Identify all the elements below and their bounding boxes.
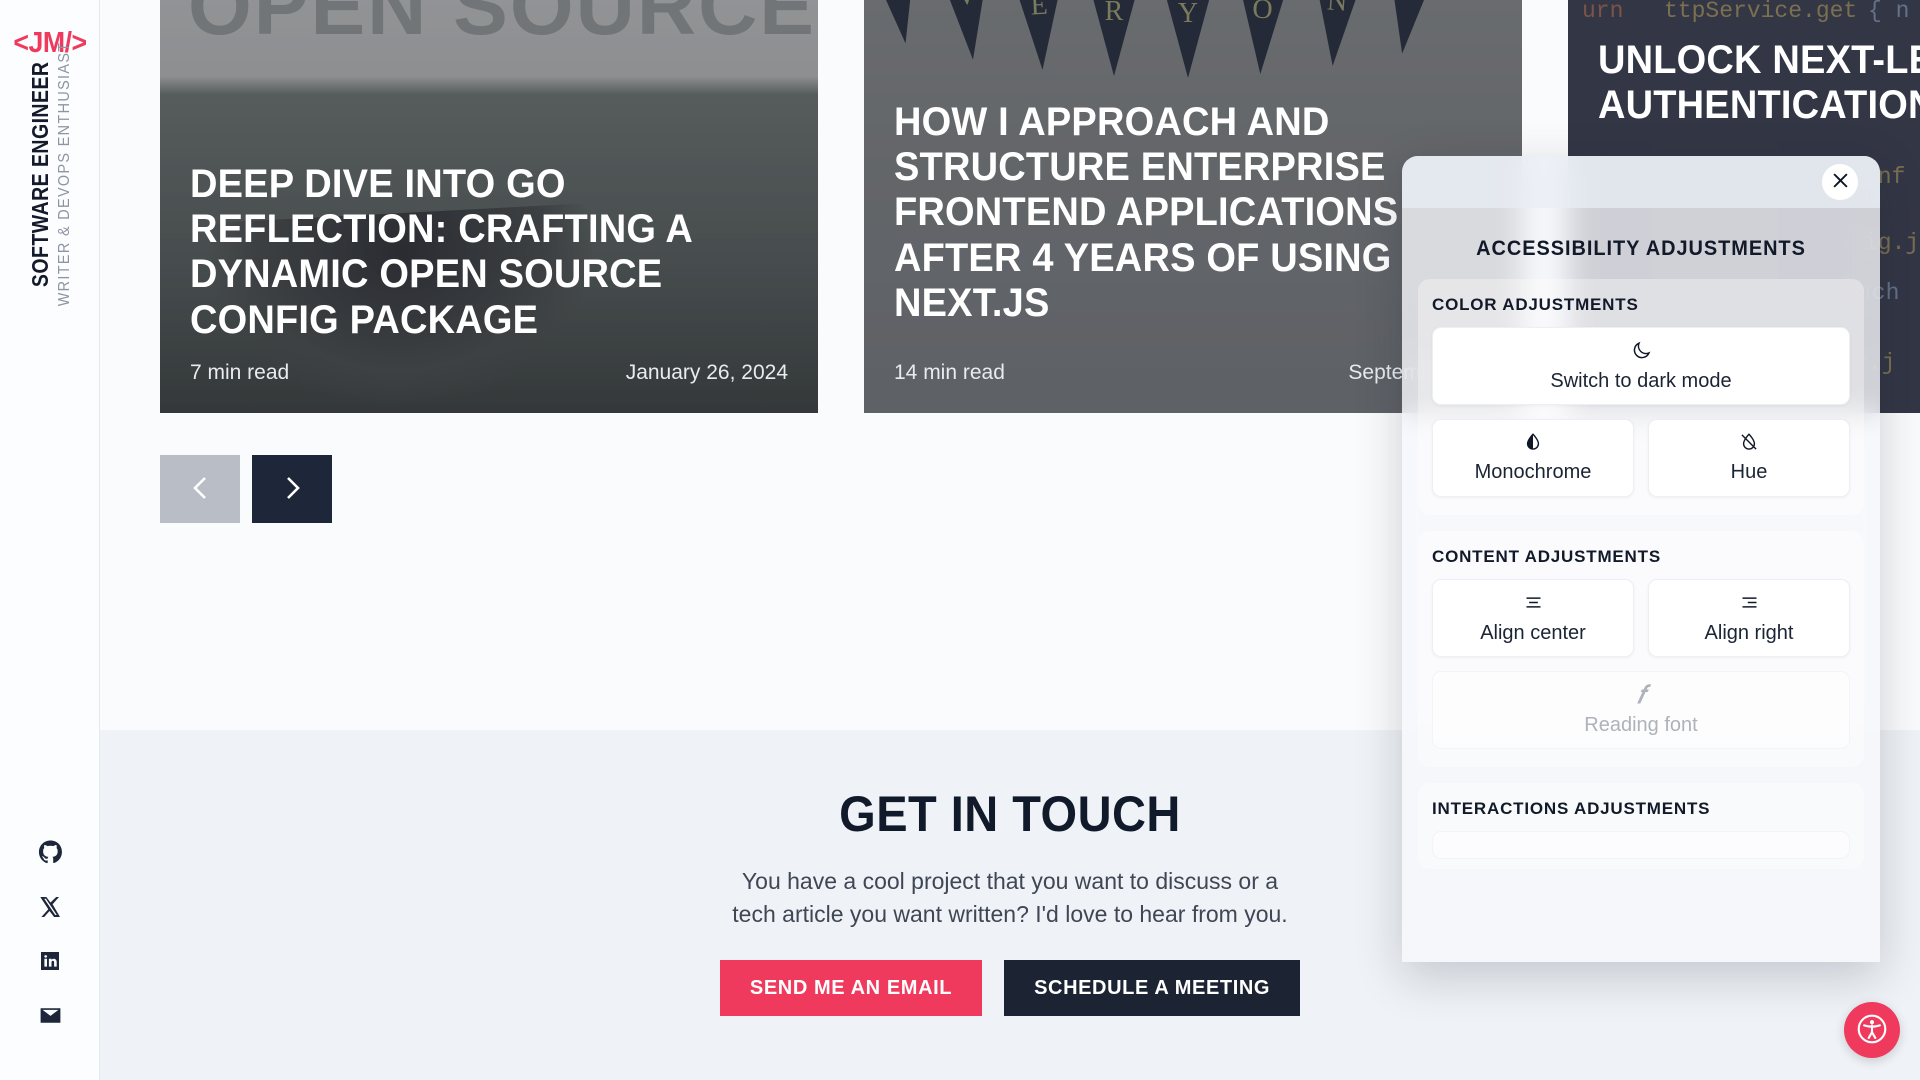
page-root: OPEN SOURCE Deep dive into Go reflection… — [0, 0, 1920, 1080]
card-read-time: 7 min read — [190, 361, 290, 384]
accessibility-person-icon — [1855, 1012, 1889, 1049]
card-title: Deep dive into Go reflection: Crafting a… — [190, 162, 692, 342]
schedule-meeting-button[interactable]: SCHEDULE A MEETING — [1004, 960, 1301, 1017]
color-adjustments-group: COLOR ADJUSTMENTS Switch to dark mode Mo… — [1418, 279, 1864, 515]
reading-font-icon: 𝑓 — [1637, 682, 1645, 709]
carousel-prev-button[interactable] — [160, 455, 240, 523]
chevron-left-icon — [189, 473, 211, 506]
card-title: How I approach and structure enterprise … — [894, 100, 1399, 325]
align-right-label: Align right — [1704, 621, 1794, 644]
align-center-icon — [1523, 592, 1544, 616]
linkedin-icon — [38, 949, 62, 973]
article-card[interactable]: OPEN SOURCE Deep dive into Go reflection… — [160, 0, 818, 413]
group-title-color: COLOR ADJUSTMENTS — [1432, 295, 1639, 314]
social-link-email[interactable] — [38, 1003, 63, 1028]
moon-icon — [1631, 340, 1652, 364]
group-title-content: CONTENT ADJUSTMENTS — [1432, 547, 1661, 566]
sidebar-role: SOFTWARE ENGINEER — [26, 61, 53, 287]
interactions-adjustments-group: INTERACTIONS ADJUSTMENTS — [1418, 783, 1864, 869]
accessibility-panel-header — [1402, 156, 1880, 208]
social-links — [0, 840, 100, 1028]
sidebar-subrole: WRITER & DEVOPS ENTHUSIAST — [55, 41, 73, 307]
align-right-button[interactable]: Align right — [1648, 579, 1850, 657]
droplet-off-icon — [1739, 432, 1759, 455]
chevron-right-icon — [281, 473, 303, 506]
monochrome-button[interactable]: Monochrome — [1432, 419, 1634, 497]
align-center-button[interactable]: Align center — [1432, 579, 1634, 657]
card-title: Unlock next-level authentication in n — [1598, 38, 1920, 128]
social-link-x[interactable] — [38, 895, 62, 919]
sidebar: <JM/> SOFTWARE ENGINEER WRITER & DEVOPS … — [0, 0, 100, 1080]
dark-mode-label: Switch to dark mode — [1550, 369, 1732, 392]
card-date: January 26, 2024 — [625, 361, 788, 384]
contact-actions: SEND ME AN EMAIL SCHEDULE A MEETING — [100, 960, 1920, 1017]
send-email-button[interactable]: SEND ME AN EMAIL — [719, 960, 983, 1017]
content-adjustments-group: CONTENT ADJUSTMENTS Align center Align r… — [1418, 531, 1864, 767]
carousel-next-button[interactable] — [252, 455, 332, 523]
accessibility-toggle-button[interactable] — [1844, 1002, 1900, 1058]
monochrome-label: Monochrome — [1474, 461, 1592, 483]
interactions-placeholder — [1432, 831, 1850, 859]
reading-font-button[interactable]: 𝑓 Reading font — [1432, 671, 1850, 749]
hue-button[interactable]: Hue — [1648, 419, 1850, 497]
droplet-half-icon — [1523, 432, 1543, 455]
align-center-label: Align center — [1480, 621, 1586, 644]
contact-description: You have a cool project that you want to… — [732, 868, 1288, 927]
close-button[interactable] — [1822, 164, 1858, 200]
social-link-linkedin[interactable] — [38, 949, 62, 973]
sidebar-tagline: SOFTWARE ENGINEER WRITER & DEVOPS ENTHUS… — [8, 0, 92, 384]
email-icon — [38, 1003, 63, 1028]
dark-mode-button[interactable]: Switch to dark mode — [1432, 327, 1850, 405]
align-right-icon — [1739, 592, 1760, 616]
carousel-nav — [160, 455, 332, 523]
x-twitter-icon — [38, 895, 62, 919]
accessibility-panel: ACCESSIBILITY ADJUSTMENTS COLOR ADJUSTME… — [1402, 156, 1880, 962]
github-icon — [38, 840, 63, 865]
close-icon — [1832, 172, 1849, 192]
reading-font-label: Reading font — [1584, 714, 1698, 736]
accessibility-panel-title: ACCESSIBILITY ADJUSTMENTS — [1476, 237, 1806, 260]
group-title-interactions: INTERACTIONS ADJUSTMENTS — [1432, 799, 1711, 818]
hue-label: Hue — [1730, 461, 1768, 483]
card-read-time: 14 min read — [894, 361, 1005, 384]
social-link-github[interactable] — [38, 840, 63, 865]
